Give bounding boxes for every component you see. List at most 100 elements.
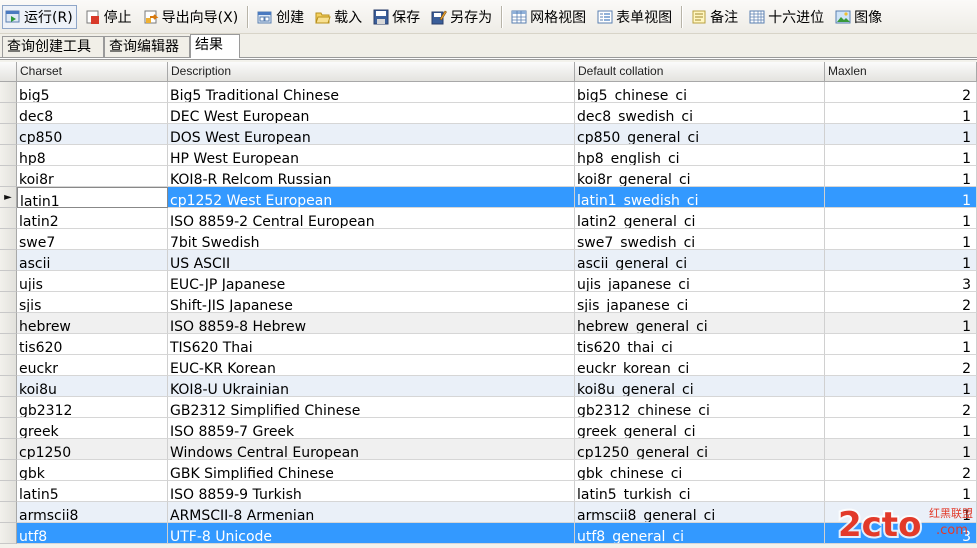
row-indicator[interactable] <box>0 271 17 292</box>
row-indicator[interactable] <box>0 145 17 166</box>
table-row[interactable]: ► latin1 cp1252 West European latin1_swedis… <box>0 187 977 208</box>
cell-description[interactable]: ISO 8859-9 Turkish <box>168 481 575 502</box>
table-row[interactable]: utf8 UTF-8 Unicode utf8_general_ci 3 <box>0 523 977 544</box>
cell-charset[interactable]: euckr <box>17 355 168 376</box>
cell-maxlen[interactable]: 1 <box>825 229 977 250</box>
row-indicator[interactable] <box>0 481 17 502</box>
tab-query-editor[interactable]: 查询编辑器 <box>104 36 190 57</box>
cell-charset[interactable]: hebrew <box>17 313 168 334</box>
row-indicator[interactable] <box>0 82 17 103</box>
cell-default-collation[interactable]: hp8_english_ci <box>575 145 825 166</box>
image-button[interactable]: 图像 <box>833 5 885 29</box>
table-row[interactable]: koi8u KOI8-U Ukrainian koi8u_general_ci 1 <box>0 376 977 397</box>
cell-description[interactable]: TIS620 Thai <box>168 334 575 355</box>
row-indicator[interactable] <box>0 250 17 271</box>
cell-maxlen[interactable]: 1 <box>825 103 977 124</box>
cell-charset[interactable]: cp1250 <box>17 439 168 460</box>
cell-default-collation[interactable]: hebrew_general_ci <box>575 313 825 334</box>
cell-charset[interactable]: latin1 <box>17 187 168 208</box>
cell-charset[interactable]: gbk <box>17 460 168 481</box>
cell-description[interactable]: Big5 Traditional Chinese <box>168 82 575 103</box>
cell-maxlen[interactable]: 2 <box>825 292 977 313</box>
cell-charset[interactable]: koi8u <box>17 376 168 397</box>
cell-description[interactable]: UTF-8 Unicode <box>168 523 575 544</box>
cell-default-collation[interactable]: gb2312_chinese_ci <box>575 397 825 418</box>
table-row[interactable]: gb2312 GB2312 Simplified Chinese gb2312_ch… <box>0 397 977 418</box>
cell-description[interactable]: ARMSCII-8 Armenian <box>168 502 575 523</box>
row-indicator[interactable] <box>0 103 17 124</box>
stop-button[interactable]: 停止 <box>83 5 135 29</box>
cell-default-collation[interactable]: swe7_swedish_ci <box>575 229 825 250</box>
cell-charset[interactable]: latin5 <box>17 481 168 502</box>
cell-maxlen[interactable]: 1 <box>825 187 977 208</box>
cell-default-collation[interactable]: cp1250_general_ci <box>575 439 825 460</box>
cell-charset[interactable]: greek <box>17 418 168 439</box>
cell-maxlen[interactable]: 3 <box>825 271 977 292</box>
create-button[interactable]: 创建 <box>255 5 307 29</box>
tab-results[interactable]: 结果 <box>190 34 240 58</box>
row-indicator[interactable] <box>0 208 17 229</box>
cell-description[interactable]: ISO 8859-7 Greek <box>168 418 575 439</box>
cell-charset[interactable]: tis620 <box>17 334 168 355</box>
run-button[interactable]: 运行(R) <box>2 4 77 29</box>
table-row[interactable]: hp8 HP West European hp8_english_ci 1 <box>0 145 977 166</box>
row-indicator[interactable] <box>0 523 17 544</box>
table-row[interactable]: armscii8 ARMSCII-8 Armenian armscii8_gener… <box>0 502 977 523</box>
cell-default-collation[interactable]: koi8r_general_ci <box>575 166 825 187</box>
column-header-default-collation[interactable]: Default collation <box>575 62 825 82</box>
cell-default-collation[interactable]: sjis_japanese_ci <box>575 292 825 313</box>
cell-default-collation[interactable]: tis620_thai_ci <box>575 334 825 355</box>
cell-charset[interactable]: cp850 <box>17 124 168 145</box>
table-row[interactable]: big5 Big5 Traditional Chinese big5_chinese… <box>0 82 977 103</box>
cell-charset[interactable]: ascii <box>17 250 168 271</box>
cell-default-collation[interactable]: ujis_japanese_ci <box>575 271 825 292</box>
cell-maxlen[interactable]: 1 <box>825 439 977 460</box>
grid-view-button[interactable]: 网格视图 <box>509 5 589 29</box>
table-row[interactable]: gbk GBK Simplified Chinese gbk_chinese_ci 2 <box>0 460 977 481</box>
table-row[interactable]: sjis Shift-JIS Japanese sjis_japanese_ci 2 <box>0 292 977 313</box>
cell-description[interactable]: Shift-JIS Japanese <box>168 292 575 313</box>
cell-charset[interactable]: ujis <box>17 271 168 292</box>
column-header-charset[interactable]: Charset <box>17 62 168 82</box>
row-indicator[interactable] <box>0 166 17 187</box>
load-button[interactable]: 载入 <box>313 5 365 29</box>
column-header-maxlen[interactable]: Maxlen <box>825 62 977 82</box>
cell-maxlen[interactable]: 1 <box>825 418 977 439</box>
cell-maxlen[interactable]: 1 <box>825 481 977 502</box>
cell-charset[interactable]: swe7 <box>17 229 168 250</box>
cell-default-collation[interactable]: dec8_swedish_ci <box>575 103 825 124</box>
cell-maxlen[interactable]: 1 <box>825 313 977 334</box>
cell-charset[interactable]: sjis <box>17 292 168 313</box>
cell-charset[interactable]: koi8r <box>17 166 168 187</box>
cell-description[interactable]: EUC-JP Japanese <box>168 271 575 292</box>
cell-charset[interactable]: gb2312 <box>17 397 168 418</box>
row-indicator[interactable] <box>0 460 17 481</box>
table-row[interactable]: cp850 DOS West European cp850_general_ci 1 <box>0 124 977 145</box>
cell-charset[interactable]: dec8 <box>17 103 168 124</box>
cell-maxlen[interactable]: 3 <box>825 523 977 544</box>
table-row[interactable]: tis620 TIS620 Thai tis620_thai_ci 1 <box>0 334 977 355</box>
table-row[interactable]: cp1250 Windows Central European cp1250_gen… <box>0 439 977 460</box>
cell-maxlen[interactable]: 2 <box>825 397 977 418</box>
row-indicator[interactable] <box>0 439 17 460</box>
table-row[interactable]: hebrew ISO 8859-8 Hebrew hebrew_general_ci… <box>0 313 977 334</box>
cell-default-collation[interactable]: armscii8_general_ci <box>575 502 825 523</box>
save-as-button[interactable]: 另存为 <box>429 5 495 29</box>
cell-description[interactable]: KOI8-R Relcom Russian <box>168 166 575 187</box>
table-row[interactable]: euckr EUC-KR Korean euckr_korean_ci 2 <box>0 355 977 376</box>
row-indicator[interactable] <box>0 229 17 250</box>
cell-description[interactable]: GBK Simplified Chinese <box>168 460 575 481</box>
cell-description[interactable]: DOS West European <box>168 124 575 145</box>
row-indicator[interactable] <box>0 502 17 523</box>
cell-maxlen[interactable]: 1 <box>825 334 977 355</box>
row-indicator[interactable] <box>0 355 17 376</box>
cell-default-collation[interactable]: latin5_turkish_ci <box>575 481 825 502</box>
cell-description[interactable]: US ASCII <box>168 250 575 271</box>
cell-charset[interactable]: armscii8 <box>17 502 168 523</box>
cell-description[interactable]: 7bit Swedish <box>168 229 575 250</box>
cell-default-collation[interactable]: ascii_general_ci <box>575 250 825 271</box>
cell-maxlen[interactable]: 1 <box>825 124 977 145</box>
cell-default-collation[interactable]: latin1_swedish_ci <box>575 187 825 208</box>
hex-button[interactable]: 十六进位 <box>747 5 827 29</box>
cell-default-collation[interactable]: euckr_korean_ci <box>575 355 825 376</box>
